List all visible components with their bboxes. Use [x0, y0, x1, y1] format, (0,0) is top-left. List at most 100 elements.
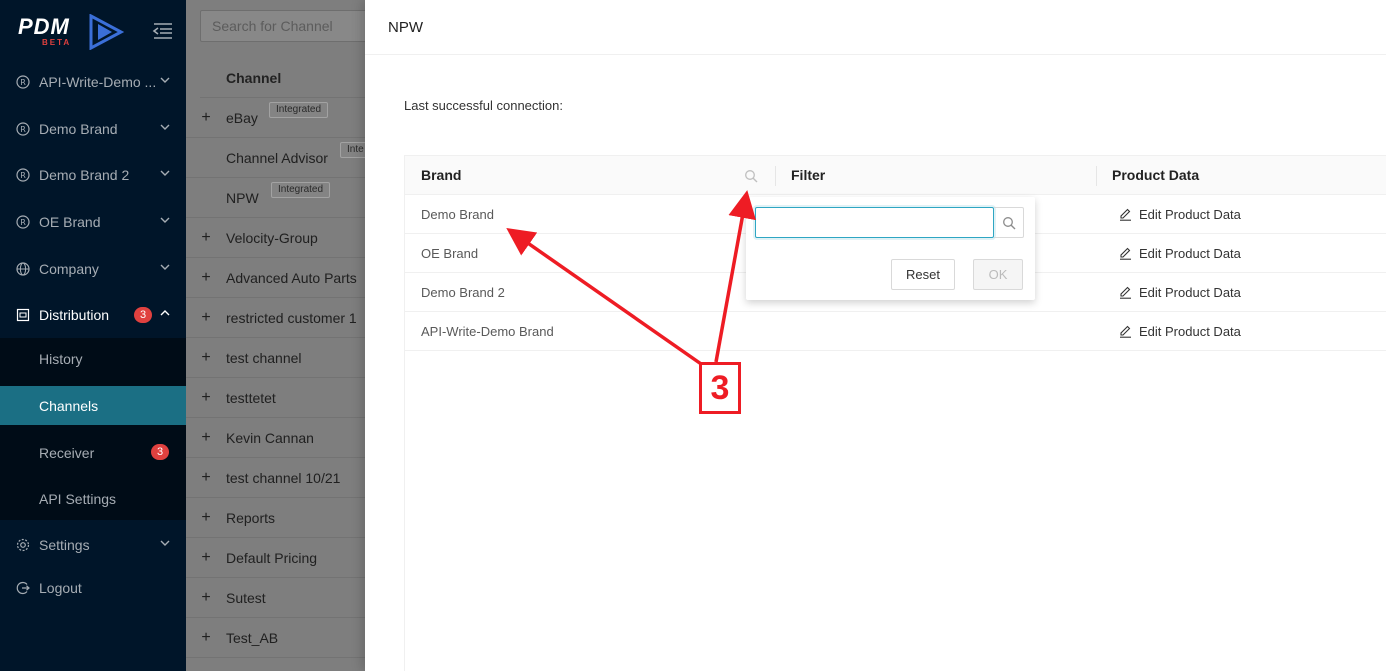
sidebar-item-distribution[interactable]: Distribution 3	[0, 292, 186, 338]
channel-row[interactable]: + test channel 10/21	[186, 458, 366, 498]
channel-row[interactable]: + Default Pricing	[186, 538, 366, 578]
expand-icon[interactable]: +	[186, 269, 226, 287]
sidebar-item-label: Distribution	[39, 307, 110, 323]
edit-icon	[1120, 286, 1131, 299]
channel-name: Kevin Cannan	[226, 429, 314, 446]
column-header-brand: Brand	[405, 155, 775, 195]
channel-name: test channel	[226, 349, 302, 366]
column-header-label: Filter	[791, 167, 826, 183]
channel-detail-drawer: NPW Last successful connection: Brand Fi…	[365, 0, 1386, 671]
expand-icon[interactable]: +	[186, 469, 226, 487]
svg-text:R: R	[20, 171, 26, 180]
chevron-down-icon	[160, 77, 170, 83]
svg-text:R: R	[20, 78, 26, 87]
notification-badge: 3	[151, 444, 169, 460]
channel-name: Test_AB	[226, 629, 279, 646]
expand-icon[interactable]: +	[186, 229, 226, 247]
search-icon	[1002, 216, 1015, 229]
registered-icon: R	[16, 215, 30, 229]
expand-icon[interactable]: +	[186, 629, 226, 647]
sidebar-item-label: History	[39, 350, 83, 367]
svg-text:R: R	[20, 218, 26, 227]
reset-button[interactable]: Reset	[891, 259, 955, 290]
sidebar-item-label: Demo Brand 2	[39, 167, 130, 183]
expand-icon[interactable]: +	[186, 589, 226, 607]
channel-row[interactable]: NPW Integrated	[186, 178, 366, 218]
sidebar-item-company[interactable]: Company	[0, 246, 186, 292]
menu-collapse-icon[interactable]	[152, 21, 174, 41]
sidebar-item-label: Settings	[39, 537, 90, 553]
expand-icon[interactable]: +	[186, 309, 226, 327]
edit-product-data-link[interactable]: Edit Product Data	[1119, 273, 1241, 311]
channel-row[interactable]: + Sutest	[186, 578, 366, 618]
ok-button[interactable]: OK	[973, 259, 1023, 290]
channel-name: Reports	[226, 509, 276, 526]
edit-icon	[1120, 208, 1131, 221]
chevron-down-icon	[160, 124, 170, 130]
channel-name: test channel 10/21	[226, 469, 341, 486]
logout-icon	[16, 581, 30, 595]
channel-row[interactable]: + restricted customer 1	[186, 298, 366, 338]
channel-name: restricted customer 1	[226, 309, 357, 326]
brand-cell: OE Brand	[421, 245, 479, 261]
search-icon[interactable]	[744, 169, 758, 183]
channel-name: Default Pricing	[226, 549, 318, 566]
expand-icon[interactable]: +	[186, 549, 226, 567]
sidebar-item-settings[interactable]: Settings	[0, 522, 186, 568]
registered-icon: R	[16, 168, 30, 182]
chevron-down-icon	[160, 540, 170, 546]
expand-icon[interactable]: +	[186, 429, 226, 447]
channel-row[interactable]: + Kevin Cannan	[186, 418, 366, 458]
container-icon	[16, 308, 30, 322]
expand-icon[interactable]: +	[186, 389, 226, 407]
channel-row[interactable]: + Velocity-Group	[186, 218, 366, 258]
brand-filter-input[interactable]	[755, 207, 994, 238]
sidebar-item-label: Receiver	[39, 444, 95, 461]
sidebar-item-label: Logout	[39, 580, 82, 596]
expand-icon[interactable]: +	[186, 349, 226, 367]
channel-row[interactable]: + Advanced Auto Parts	[186, 258, 366, 298]
drawer-title: NPW	[365, 0, 1386, 55]
channel-list-panel: Search for Channel Channel + eBay Integr…	[186, 0, 371, 671]
sidebar-item-receiver[interactable]: Receiver 3	[0, 433, 186, 472]
sidebar-item-label: Company	[39, 261, 99, 277]
channel-row[interactable]: Channel Advisor Inte	[186, 138, 371, 178]
brand-cell: Demo Brand 2	[421, 284, 505, 300]
expand-icon[interactable]: +	[186, 509, 226, 527]
filter-search-button[interactable]	[994, 207, 1024, 238]
edit-link-label: Edit Product Data	[1139, 284, 1241, 300]
registered-icon: R	[16, 122, 30, 136]
channel-row[interactable]: + Test_AB	[186, 618, 366, 658]
edit-product-data-link[interactable]: Edit Product Data	[1119, 234, 1241, 272]
edit-product-data-link[interactable]: Edit Product Data	[1119, 312, 1241, 350]
edit-link-label: Edit Product Data	[1139, 245, 1241, 261]
channel-row[interactable]: + test channel	[186, 338, 366, 378]
sidebar-item-logout[interactable]: Logout	[0, 565, 186, 611]
logo: PDM BETA	[18, 14, 128, 50]
sidebar-item-api-settings[interactable]: API Settings	[0, 479, 186, 518]
step-number-annotation: 3	[699, 362, 741, 414]
chevron-down-icon	[160, 170, 170, 176]
edit-product-data-link[interactable]: Edit Product Data	[1119, 195, 1241, 233]
channel-column-header: Channel	[200, 58, 370, 98]
channel-name: testtetet	[226, 389, 276, 406]
sidebar-item-channels[interactable]: Channels	[0, 386, 186, 425]
sidebar-item-demo-brand-2[interactable]: R Demo Brand 2	[0, 152, 186, 198]
channel-row[interactable]: + testtetet	[186, 378, 366, 418]
channel-name: Channel Advisor	[226, 149, 328, 166]
channel-row[interactable]: + Reports	[186, 498, 366, 538]
channel-row[interactable]: + eBay Integrated	[186, 98, 366, 138]
column-header-label: Brand	[421, 167, 462, 183]
notification-badge: 3	[134, 307, 152, 323]
channel-search-input[interactable]: Search for Channel	[200, 10, 370, 42]
sidebar-item-api-write-demo[interactable]: R API-Write-Demo ...	[0, 59, 186, 105]
logo-text: PDM	[18, 14, 70, 39]
chevron-down-icon	[160, 264, 170, 270]
edit-icon	[1120, 325, 1131, 338]
distribution-submenu: History Channels Receiver 3 API Settings	[0, 338, 186, 520]
sidebar-item-history[interactable]: History	[0, 339, 186, 378]
sidebar-item-oe-brand[interactable]: R OE Brand	[0, 199, 186, 245]
sidebar-item-demo-brand[interactable]: R Demo Brand	[0, 106, 186, 152]
channel-name: Advanced Auto Parts	[226, 269, 357, 286]
expand-icon[interactable]: +	[186, 109, 226, 127]
